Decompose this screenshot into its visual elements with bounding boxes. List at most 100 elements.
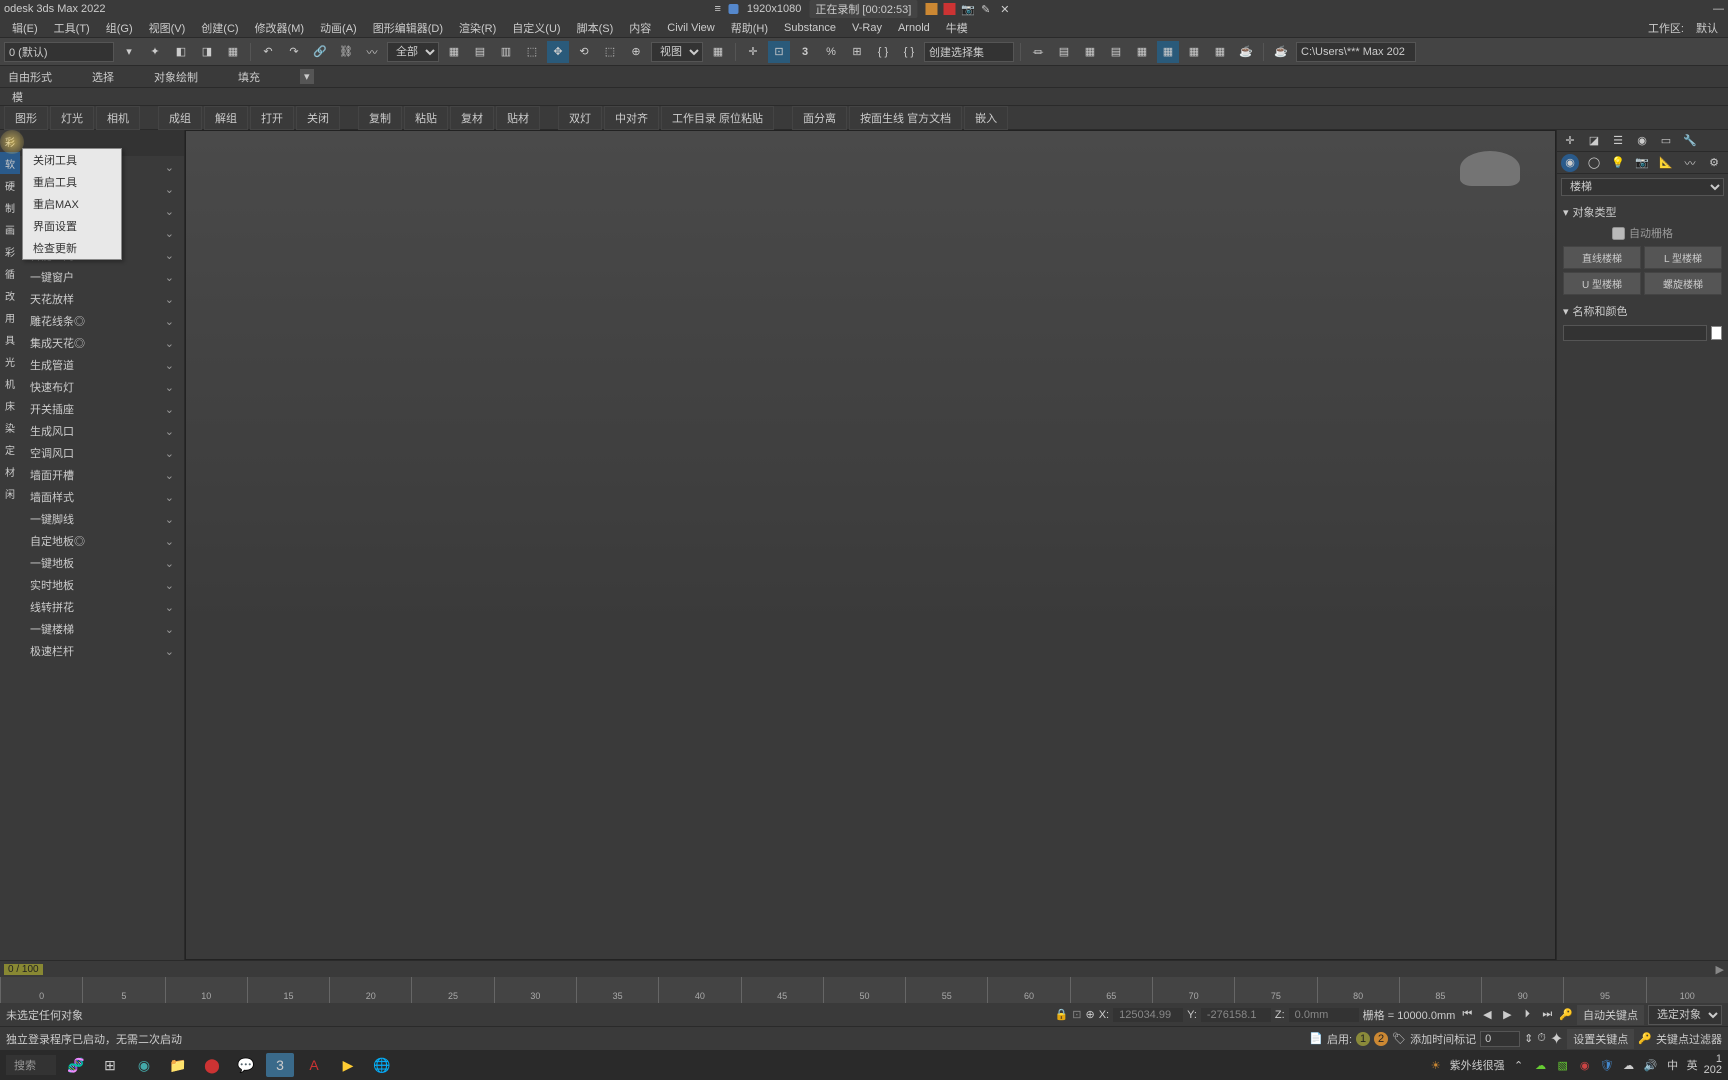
- weather-label[interactable]: 紫外线很强: [1450, 1057, 1505, 1073]
- btn-copy[interactable]: 复制: [358, 106, 402, 130]
- name-color-header[interactable]: ▾名称和颜色: [1563, 301, 1722, 321]
- named-sel-icon[interactable]: { }: [872, 41, 894, 63]
- ribbon-freeform[interactable]: 自由形式: [8, 69, 52, 85]
- shapes-icon[interactable]: ◯: [1585, 154, 1603, 172]
- leftstrip-item[interactable]: 软: [0, 152, 20, 174]
- ribbon-toggle-icon[interactable]: ▾: [300, 69, 314, 84]
- schematic-icon[interactable]: ▤: [1105, 41, 1127, 63]
- display-tab-icon[interactable]: ▭: [1657, 132, 1675, 150]
- menu-substance[interactable]: Substance: [776, 20, 844, 36]
- create-tab-icon[interactable]: ✛: [1561, 132, 1579, 150]
- timeline-ruler[interactable]: 0 5 10 15 20 25 30 35 40 45 50 55 60 65 …: [0, 977, 1728, 1003]
- viewcube[interactable]: [1455, 151, 1525, 201]
- material-icon[interactable]: ▦: [1157, 41, 1179, 63]
- tag-icon[interactable]: 🏷: [1392, 1032, 1406, 1045]
- render-frame-icon[interactable]: ▦: [1209, 41, 1231, 63]
- frame-indicator[interactable]: 0 / 100: [4, 964, 43, 975]
- spacewarps-icon[interactable]: 〰: [1681, 154, 1699, 172]
- move-icon[interactable]: ✥: [547, 41, 569, 63]
- taskbar-player-icon[interactable]: ▶: [334, 1053, 362, 1077]
- spinner-snap-icon[interactable]: ⊞: [846, 41, 868, 63]
- redo-icon[interactable]: ↷: [283, 41, 305, 63]
- tray-ime-icon[interactable]: 中: [1665, 1057, 1681, 1073]
- leftstrip-item[interactable]: 彩: [0, 240, 20, 262]
- link-icon[interactable]: 🔗: [309, 41, 331, 63]
- menu-tools[interactable]: 工具(T): [46, 18, 98, 38]
- layers-icon[interactable]: ▦: [1079, 41, 1101, 63]
- taskbar-explorer-icon[interactable]: 📁: [164, 1053, 192, 1077]
- sidepanel-item[interactable]: 快速布灯⌄: [20, 376, 184, 398]
- sidepanel-item[interactable]: 生成管道⌄: [20, 354, 184, 376]
- sidepanel-item[interactable]: 生成风口⌄: [20, 420, 184, 442]
- tray-date[interactable]: 202: [1704, 1065, 1722, 1076]
- hamburger-icon[interactable]: ≡: [714, 3, 720, 15]
- new-layer-icon[interactable]: ✦: [144, 41, 166, 63]
- spiral-stair-button[interactable]: 螺旋楼梯: [1644, 272, 1722, 295]
- tray-up-icon[interactable]: ⌃: [1511, 1057, 1527, 1073]
- scale-icon[interactable]: ⬚: [599, 41, 621, 63]
- sidepanel-item[interactable]: 一键楼梯⌄: [20, 618, 184, 640]
- camera-icon[interactable]: 📷: [961, 3, 975, 16]
- pause-icon[interactable]: [925, 3, 937, 15]
- menu-niumo[interactable]: 牛模: [938, 18, 976, 38]
- layer-dropdown[interactable]: [4, 42, 114, 62]
- taskbar-autocad-icon[interactable]: A: [300, 1053, 328, 1077]
- sidepanel-item[interactable]: 雕花线条◎⌄: [20, 310, 184, 332]
- menu-render[interactable]: 渲染(R): [451, 18, 504, 38]
- ref-coord-icon[interactable]: ▦: [707, 41, 729, 63]
- x-coord[interactable]: 125034.99: [1113, 1008, 1183, 1022]
- leftstrip-item[interactable]: 定: [0, 438, 20, 460]
- btn-close[interactable]: 关闭: [296, 106, 340, 130]
- btn-open[interactable]: 打开: [250, 106, 294, 130]
- selected-dropdown[interactable]: 选定对象: [1648, 1005, 1722, 1025]
- sidepanel-item[interactable]: 墙面开槽⌄: [20, 464, 184, 486]
- straight-stair-button[interactable]: 直线楼梯: [1563, 246, 1641, 269]
- btn-copymat[interactable]: 复材: [450, 106, 494, 130]
- keyfilter-label[interactable]: 关键点过滤器: [1656, 1031, 1722, 1047]
- next-frame-icon[interactable]: ⏵: [1519, 1007, 1535, 1023]
- leftstrip-item[interactable]: 画: [0, 218, 20, 240]
- addtag-label[interactable]: 添加时间标记: [1410, 1031, 1476, 1047]
- leftstrip-item[interactable]: 改: [0, 284, 20, 306]
- filter-icon[interactable]: ▦: [443, 41, 465, 63]
- close-recording-icon[interactable]: ✕: [996, 3, 1013, 16]
- menu-arnold[interactable]: Arnold: [890, 20, 938, 36]
- tray-nvidia-icon[interactable]: ▧: [1555, 1057, 1571, 1073]
- leftstrip-item[interactable]: 光: [0, 350, 20, 372]
- category-dropdown[interactable]: 楼梯: [1561, 178, 1724, 196]
- sidepanel-item[interactable]: 一键窗户⌄: [20, 266, 184, 288]
- btn-camera[interactable]: 相机: [96, 106, 140, 130]
- cm-check-update[interactable]: 检查更新: [23, 237, 121, 259]
- setkey-button[interactable]: 设置关键点: [1567, 1029, 1634, 1049]
- sidepanel-item[interactable]: 墙面样式⌄: [20, 486, 184, 508]
- isolate-icon[interactable]: ⊡: [1072, 1008, 1081, 1021]
- systems-icon[interactable]: ⚙: [1705, 154, 1723, 172]
- coord-toggle-icon[interactable]: ⊕: [1085, 1008, 1094, 1021]
- key-icon[interactable]: 🔑: [1559, 1008, 1573, 1021]
- ribbon-objectpaint[interactable]: 对象绘制: [154, 69, 198, 85]
- taskbar-taskview-icon[interactable]: ⊞: [96, 1053, 124, 1077]
- leftstrip-item[interactable]: 床: [0, 394, 20, 416]
- l-stair-button[interactable]: L 型楼梯: [1644, 246, 1722, 269]
- leftstrip-item[interactable]: 用: [0, 306, 20, 328]
- toolbar-icon-1[interactable]: ▾: [118, 41, 140, 63]
- z-coord[interactable]: 0.0mm: [1289, 1008, 1359, 1022]
- workspace-value[interactable]: 默认: [1690, 18, 1724, 38]
- minimize-icon[interactable]: —: [1713, 3, 1724, 15]
- view-dropdown[interactable]: 视图: [651, 42, 703, 62]
- tray-cloud-icon[interactable]: ☁: [1533, 1057, 1549, 1073]
- tab-model[interactable]: 模: [4, 88, 31, 106]
- tray-uv-icon[interactable]: ☀: [1428, 1057, 1444, 1073]
- cameras-icon[interactable]: 📷: [1633, 154, 1651, 172]
- leftstrip-item[interactable]: 闲: [0, 482, 20, 504]
- place-icon[interactable]: ⊕: [625, 41, 647, 63]
- tray-app-icon[interactable]: ◉: [1577, 1057, 1593, 1073]
- btn-embed[interactable]: 嵌入: [964, 106, 1008, 130]
- menu-vray[interactable]: V-Ray: [844, 20, 890, 36]
- geometry-icon[interactable]: ◉: [1561, 154, 1579, 172]
- autokey-button[interactable]: 自动关键点: [1577, 1005, 1644, 1025]
- btn-workdir[interactable]: 工作目录 原位粘贴: [661, 106, 774, 130]
- layer-icon[interactable]: ◧: [170, 41, 192, 63]
- sidepanel-item[interactable]: 线转拼花⌄: [20, 596, 184, 618]
- tray-shield-icon[interactable]: 🛡: [1599, 1057, 1615, 1073]
